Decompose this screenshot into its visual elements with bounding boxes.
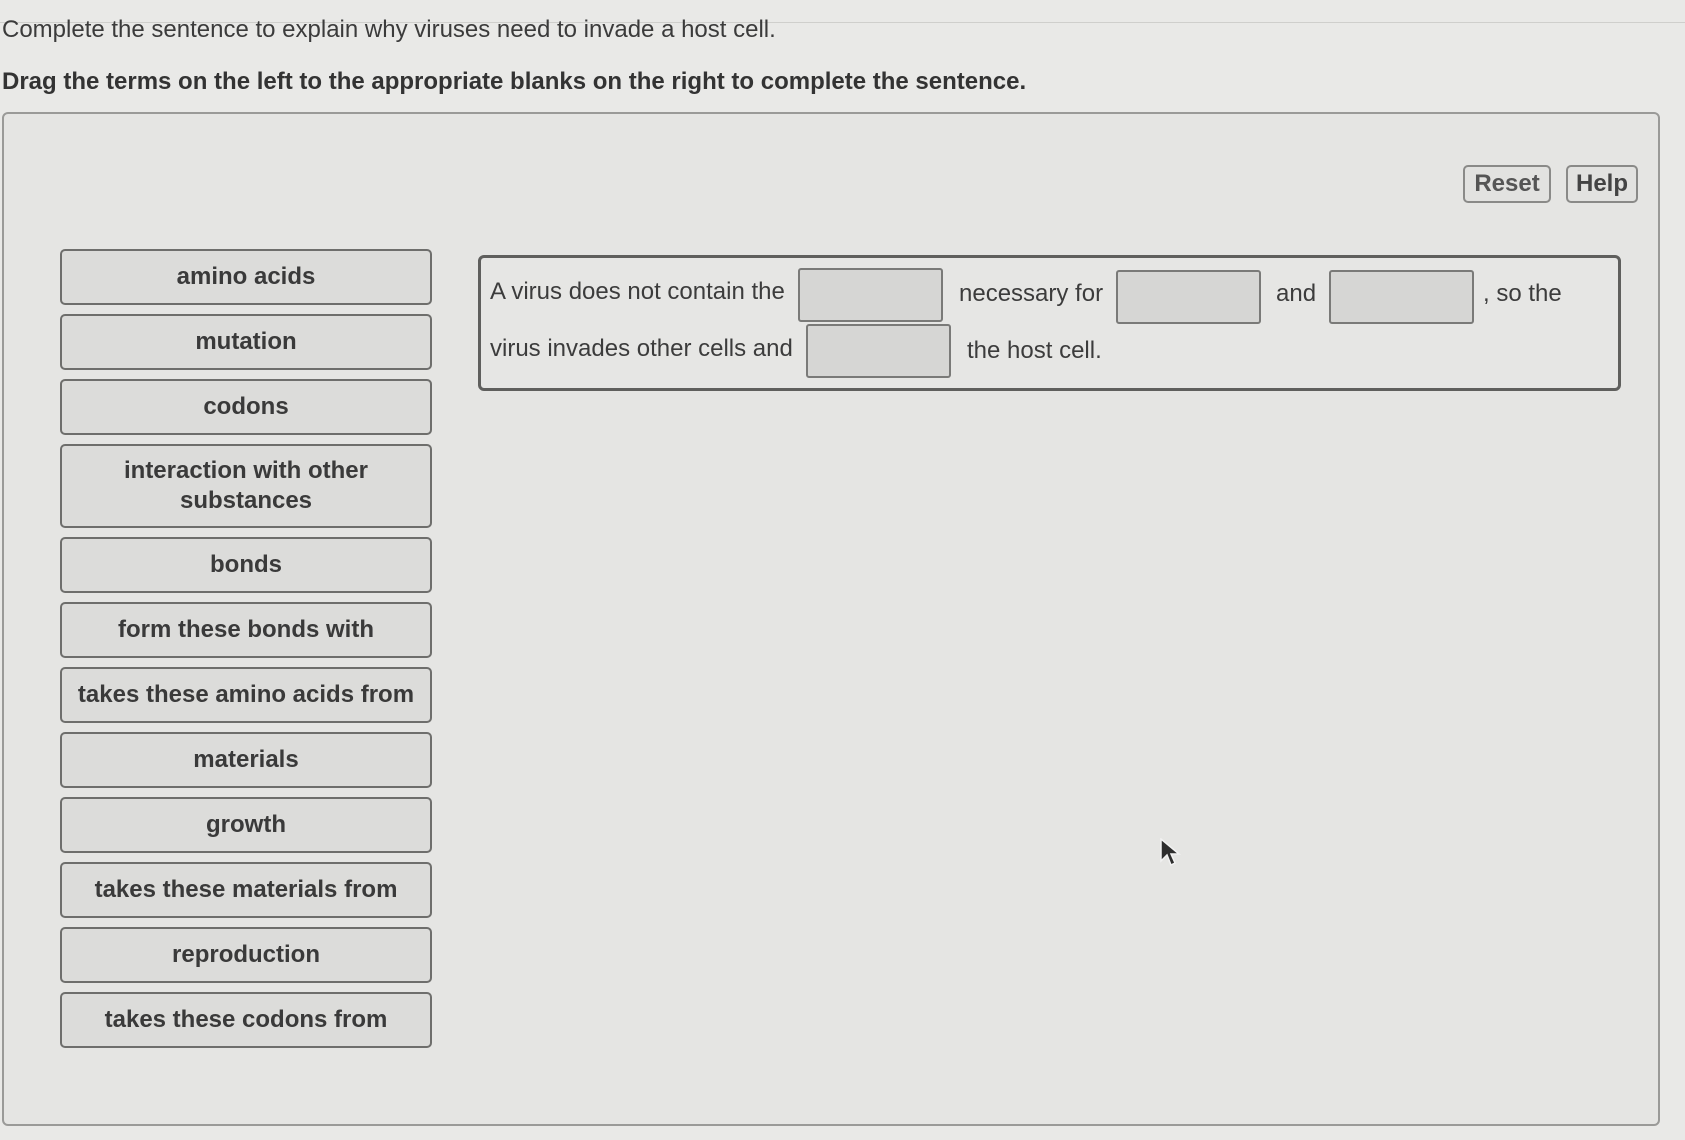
blank-drop-target-1[interactable]: [798, 268, 943, 322]
blank-drop-target-3[interactable]: [1329, 270, 1474, 324]
term-bonds[interactable]: bonds: [60, 537, 432, 593]
term-materials[interactable]: materials: [60, 732, 432, 788]
term-mutation[interactable]: mutation: [60, 314, 432, 370]
sentence-text-4: , so the: [1483, 280, 1562, 307]
term-takes-these-materials-from[interactable]: takes these materials from: [60, 862, 432, 918]
term-reproduction[interactable]: reproduction: [60, 927, 432, 983]
term-takes-these-amino-acids-from[interactable]: takes these amino acids from: [60, 667, 432, 723]
term-bank: amino acids mutation codons interaction …: [60, 249, 432, 1057]
term-takes-these-codons-from[interactable]: takes these codons from: [60, 992, 432, 1048]
term-form-these-bonds-with[interactable]: form these bonds with: [60, 602, 432, 658]
question-text: Complete the sentence to explain why vir…: [2, 16, 776, 43]
blank-drop-target-2[interactable]: [1116, 270, 1261, 324]
term-growth[interactable]: growth: [60, 797, 432, 853]
term-codons[interactable]: codons: [60, 379, 432, 435]
term-interaction-with-other-substances[interactable]: interaction with other substances: [60, 444, 432, 528]
blank-drop-target-4[interactable]: [806, 324, 951, 378]
term-amino-acids[interactable]: amino acids: [60, 249, 432, 305]
sentence-text-1: A virus does not contain the: [490, 278, 785, 305]
help-button[interactable]: Help: [1566, 165, 1638, 203]
mouse-pointer-icon: [1160, 838, 1182, 867]
sentence-text-3: and: [1276, 280, 1317, 307]
sentence-text-2: necessary for: [959, 280, 1104, 307]
sentence-panel: A virus does not contain the necessary f…: [478, 255, 1621, 391]
instructions-text: Drag the terms on the left to the approp…: [2, 68, 1027, 95]
sentence-text-5: virus invades other cells and: [490, 335, 793, 362]
reset-button[interactable]: Reset: [1463, 165, 1551, 203]
sentence-text-6: the host cell.: [967, 337, 1102, 364]
